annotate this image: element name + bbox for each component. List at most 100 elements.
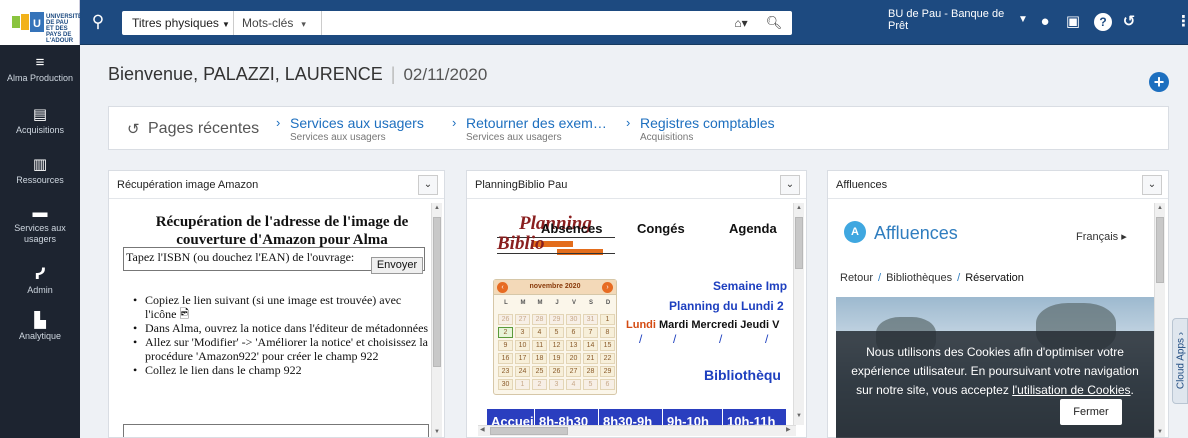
home-icon[interactable]: ⌂▾ — [728, 11, 754, 35]
caret-down-icon[interactable]: ▼ — [1018, 14, 1028, 25]
calendar-day[interactable]: 9 — [498, 340, 513, 351]
sidebar-item-acquisitions[interactable]: ▤ Acquisitions — [0, 107, 80, 136]
calendar-day[interactable]: 2 — [498, 327, 513, 338]
more-menu-icon[interactable]: ⋮ — [1176, 11, 1188, 33]
weekday-label: S — [588, 300, 593, 306]
user-icon[interactable]: ● — [1034, 11, 1056, 33]
sidebar-item-resources[interactable]: ▥ Ressources — [0, 157, 80, 186]
history-icon[interactable]: ↺ — [1118, 11, 1140, 33]
calendar-day[interactable]: 8 — [600, 327, 615, 338]
chevron-down-icon[interactable]: ⌄ — [1142, 175, 1162, 195]
calendar-day[interactable]: 2 — [532, 379, 547, 390]
calendar-day[interactable]: 3 — [515, 327, 530, 338]
chevron-down-icon[interactable]: ⌄ — [418, 175, 438, 195]
calendar-day[interactable]: 15 — [600, 340, 615, 351]
help-icon[interactable]: ? — [1094, 13, 1112, 31]
day-links[interactable]: Mardi Mercredi Jeudi V — [659, 319, 779, 331]
scroll-thumb[interactable] — [795, 217, 803, 269]
calendar-day[interactable]: 28 — [532, 314, 547, 325]
amazon-scrollbar[interactable]: ▲ ▼ — [431, 203, 442, 437]
calendar-day[interactable]: 14 — [583, 340, 598, 351]
scroll-down-icon[interactable]: ▼ — [1155, 429, 1165, 435]
search-type-dropdown[interactable]: Titres physiques ▼ — [122, 11, 234, 35]
scroll-up-icon[interactable]: ▲ — [794, 205, 804, 211]
calendar-day[interactable]: 26 — [549, 366, 564, 377]
admin-icon: ᓯ — [34, 266, 46, 283]
calendar-day[interactable]: 31 — [583, 314, 598, 325]
calendar-day[interactable]: 30 — [498, 379, 513, 390]
scroll-right-icon[interactable]: ▶ — [786, 426, 791, 433]
calendar-day[interactable]: 27 — [515, 314, 530, 325]
calendar-day[interactable]: 3 — [549, 379, 564, 390]
sidebar-item-admin[interactable]: ᓯ Admin — [0, 267, 80, 296]
scroll-thumb[interactable] — [490, 427, 568, 435]
calendar-day[interactable]: 1 — [600, 314, 615, 325]
next-month-icon[interactable]: › — [602, 282, 613, 293]
calendar-day[interactable]: 18 — [532, 353, 547, 364]
calendar-day[interactable]: 28 — [583, 366, 598, 377]
calendar-day[interactable]: 6 — [600, 379, 615, 390]
calendar-day[interactable]: 16 — [498, 353, 513, 364]
institution-selector[interactable]: BU de Pau - Banque de Prêt — [888, 8, 1008, 32]
tab-absences[interactable]: Absences — [541, 221, 602, 236]
scroll-down-icon[interactable]: ▼ — [794, 413, 804, 419]
search-field-dropdown[interactable]: Mots-clés ▾ — [234, 11, 322, 35]
calendar-day[interactable]: 21 — [583, 353, 598, 364]
add-widget-button[interactable]: + — [1149, 72, 1169, 92]
scroll-up-icon[interactable]: ▲ — [1155, 205, 1165, 211]
calendar-day[interactable]: 6 — [566, 327, 581, 338]
calendar-day[interactable]: 7 — [583, 327, 598, 338]
persona-switch-icon[interactable]: ⚲ — [88, 12, 108, 32]
sidebar-item-alma[interactable]: ≡ Alma Production — [0, 55, 80, 84]
calendar-day[interactable]: 5 — [549, 327, 564, 338]
breadcrumb-libraries[interactable]: Bibliothèques — [886, 272, 952, 284]
cookie-policy-link[interactable]: l'utilisation de Cookies — [1012, 383, 1130, 397]
sidebar-item-label: Services aux usagers — [14, 223, 66, 244]
calendar-day[interactable]: 10 — [515, 340, 530, 351]
search-input[interactable] — [326, 13, 716, 33]
calendar-day[interactable]: 20 — [566, 353, 581, 364]
close-cookie-button[interactable]: Fermer — [1060, 399, 1122, 425]
calendar-day[interactable]: 29 — [600, 366, 615, 377]
calendar-day[interactable]: 13 — [566, 340, 581, 351]
calendar-day[interactable]: 22 — [600, 353, 615, 364]
scroll-thumb[interactable] — [433, 217, 441, 367]
calendar-day[interactable]: 24 — [515, 366, 530, 377]
send-button[interactable]: Envoyer — [371, 257, 423, 274]
cloud-apps-tab[interactable]: Cloud Apps › — [1172, 318, 1188, 404]
tab-conges[interactable]: Congés — [637, 221, 685, 236]
affluences-scrollbar[interactable]: ▲ ▼ — [1154, 203, 1165, 437]
calendar-day[interactable]: 23 — [498, 366, 513, 377]
calendar-day[interactable]: 1 — [515, 379, 530, 390]
language-selector[interactable]: Français ▸ — [1076, 230, 1127, 243]
planning-scrollbar[interactable]: ▲ ▼ — [793, 203, 804, 425]
breadcrumb-back[interactable]: Retour — [840, 272, 873, 284]
planning-hscrollbar[interactable]: ◀ ▶ — [478, 425, 796, 436]
tab-agenda[interactable]: Agenda — [729, 221, 777, 236]
scroll-thumb[interactable] — [1156, 217, 1164, 283]
calendar-day[interactable]: 19 — [549, 353, 564, 364]
calendar-day[interactable]: 4 — [566, 379, 581, 390]
calendar-day[interactable]: 11 — [532, 340, 547, 351]
chevron-down-icon[interactable]: ⌄ — [780, 175, 800, 195]
calendar-day[interactable]: 27 — [566, 366, 581, 377]
calendar-day[interactable]: 12 — [549, 340, 564, 351]
prev-month-icon[interactable]: ‹ — [497, 282, 508, 293]
search-icon[interactable]: 🔍︎ — [758, 11, 790, 35]
scroll-left-icon[interactable]: ◀ — [480, 426, 485, 433]
calendar-day[interactable]: 4 — [532, 327, 547, 338]
scroll-down-icon[interactable]: ▼ — [432, 429, 442, 435]
calendar-day[interactable]: 29 — [549, 314, 564, 325]
university-logo[interactable]: U UNIVERSITÉ DE PAU ET DES PAYS DE L'ADO… — [0, 0, 82, 45]
chevron-right-icon: › — [626, 115, 631, 130]
calendar-day[interactable]: 30 — [566, 314, 581, 325]
calendar-day[interactable]: 5 — [583, 379, 598, 390]
day-link-lundi[interactable]: Lundi — [626, 319, 656, 331]
calendar-day[interactable]: 17 — [515, 353, 530, 364]
calendar-day[interactable]: 25 — [532, 366, 547, 377]
sidebar-item-user-services[interactable]: ▬ Services aux usagers — [0, 205, 80, 245]
scroll-up-icon[interactable]: ▲ — [432, 205, 442, 211]
clipboard-icon[interactable]: ▣ — [1062, 11, 1084, 33]
sidebar-item-analytics[interactable]: ▙ Analytique — [0, 313, 80, 342]
calendar-day[interactable]: 26 — [498, 314, 513, 325]
